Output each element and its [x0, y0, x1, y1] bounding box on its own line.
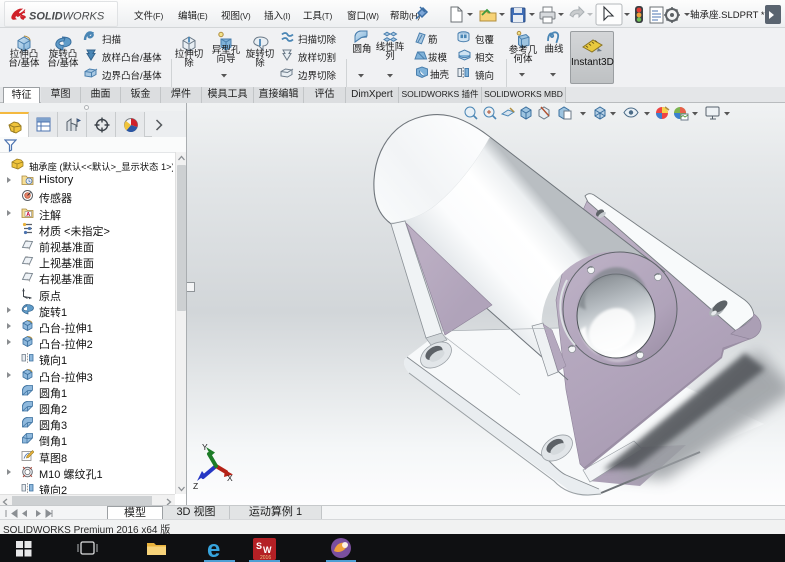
svg-text:e: e	[207, 536, 220, 562]
svg-text:X: X	[227, 473, 233, 483]
svg-text:A: A	[26, 212, 30, 218]
svg-text:Z: Z	[193, 481, 198, 491]
svg-text:SOLIDWORKS: SOLIDWORKS	[29, 11, 105, 23]
svg-text:S: S	[256, 541, 262, 551]
svg-text:轴承座.SLDPRT *: 轴承座.SLDPRT *	[690, 9, 765, 21]
svg-text:W: W	[263, 545, 272, 555]
svg-text:Y: Y	[202, 442, 208, 452]
